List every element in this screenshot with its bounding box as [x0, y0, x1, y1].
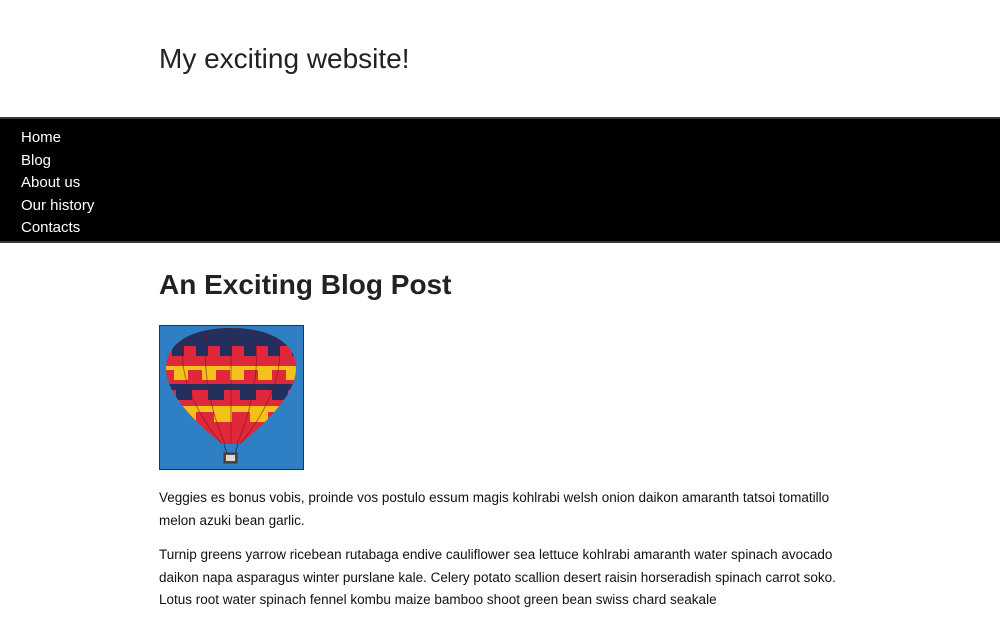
nav-list: Home Blog About us Our history Contacts — [21, 127, 94, 240]
post-paragraph: Turnip greens yarrow ricebean rutabaga e… — [159, 547, 836, 607]
post-title: An Exciting Blog Post — [159, 269, 452, 300]
post-body: Veggies es bonus vobis, proinde vos post… — [159, 487, 859, 624]
nav-link-blog[interactable]: Blog — [21, 152, 51, 169]
nav-item-our-history: Our history — [21, 195, 94, 218]
main-nav: Home Blog About us Our history Contacts — [0, 117, 1000, 243]
nav-item-blog: Blog — [21, 150, 94, 173]
nav-link-our-history[interactable]: Our history — [21, 197, 94, 214]
nav-item-home: Home — [21, 127, 94, 150]
nav-link-contacts[interactable]: Contacts — [21, 219, 80, 236]
nav-link-home[interactable]: Home — [21, 129, 61, 146]
hot-air-balloon-icon — [160, 326, 303, 469]
site-header: My exciting website! — [0, 0, 1000, 117]
site-title: My exciting website! — [159, 43, 410, 74]
post-paragraph: Veggies es bonus vobis, proinde vos post… — [159, 490, 830, 528]
nav-item-contacts: Contacts — [21, 217, 94, 240]
hot-air-balloon-image — [159, 325, 304, 470]
nav-link-about-us[interactable]: About us — [21, 174, 80, 191]
nav-item-about-us: About us — [21, 172, 94, 195]
